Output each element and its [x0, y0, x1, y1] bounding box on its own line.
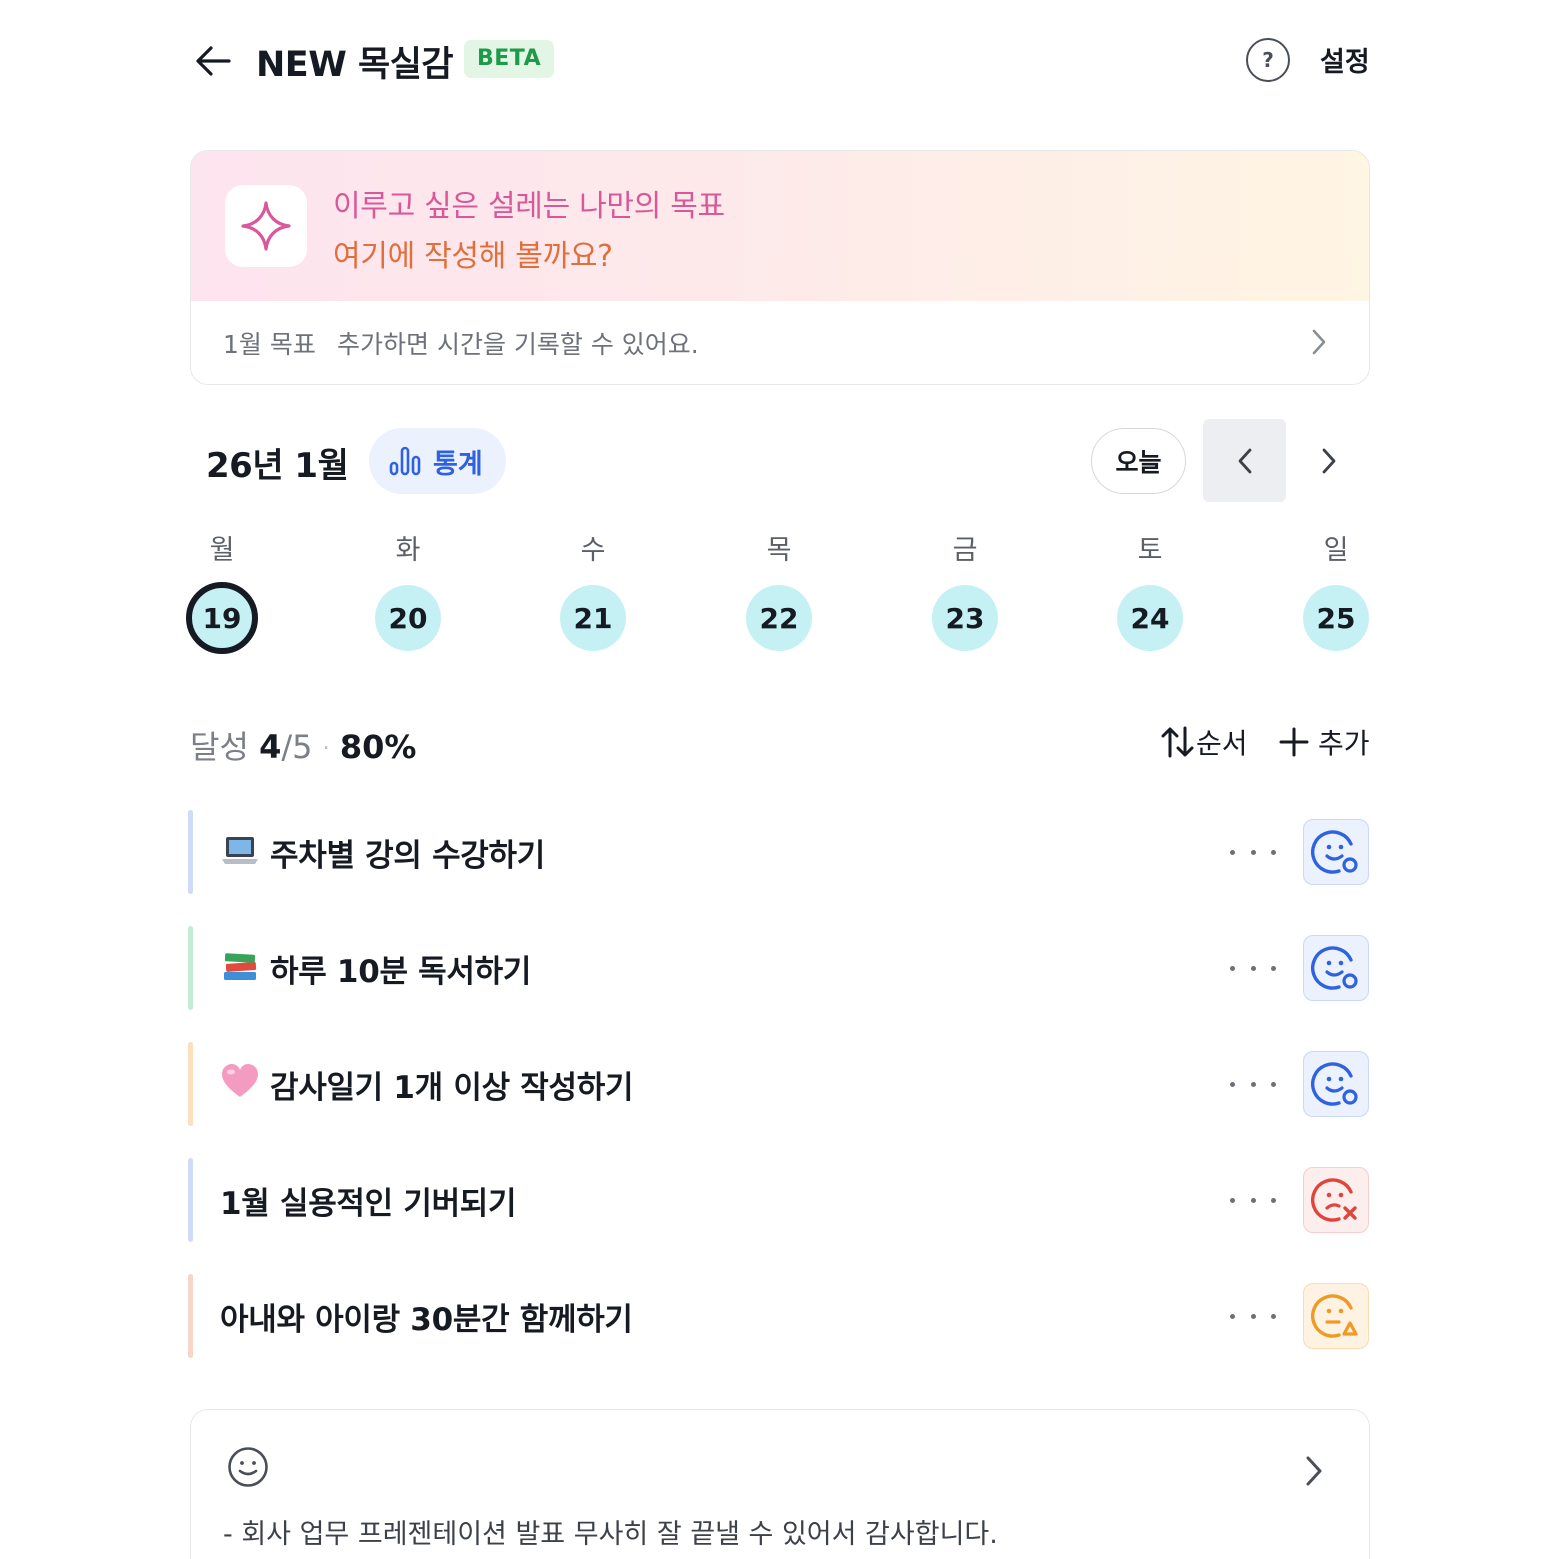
habit-item[interactable]: 아내와 아이랑 30분간 함께하기 [188, 1274, 1370, 1358]
habit-title: 아내와 아이랑 30분간 함께하기 [220, 1302, 633, 1338]
sort-arrows-icon [1161, 726, 1194, 758]
status-done-button[interactable] [1303, 935, 1369, 1001]
habit-color-bar [188, 1042, 193, 1126]
more-options-button[interactable] [1230, 1296, 1276, 1336]
books-icon [220, 946, 260, 986]
settings-button[interactable]: 설정 [1320, 40, 1370, 79]
smile-check-icon [1311, 1062, 1358, 1106]
habit-color-bar [188, 926, 193, 1010]
more-options-button[interactable] [1230, 1180, 1276, 1220]
achievement-summary: 달성 4/5 · 80% [190, 722, 416, 768]
weekday-sat: 토 [1137, 535, 1163, 566]
beta-badge: BETA [464, 40, 555, 78]
day-25[interactable]: 25 [1303, 585, 1369, 651]
diary-entry-text: - 회사 업무 프레젠테이션 발표 무사히 잘 끝낼 수 있어서 감사합니다. [223, 1519, 998, 1550]
status-done-button[interactable] [1303, 1051, 1369, 1117]
achievement-done: 4 [259, 728, 282, 766]
day-21[interactable]: 21 [560, 585, 626, 651]
day-19-selected[interactable]: 19 [186, 582, 258, 654]
laptop-icon [220, 830, 260, 870]
goal-month-label: 1월 목표 [223, 330, 316, 359]
weekday-thu: 목 [766, 535, 792, 566]
achievement-total: /5 [281, 728, 313, 766]
goal-footer: 1월 목표 추가하면 시간을 기록할 수 있어요. [191, 301, 1369, 384]
weekday-tue: 화 [395, 535, 421, 566]
stats-label: 통계 [433, 448, 483, 480]
status-failed-button[interactable] [1303, 1167, 1369, 1233]
monthly-goal-card[interactable]: 이루고 싶은 설레는 나만의 목표 여기에 작성해 볼까요? 1월 목표 추가하… [190, 150, 1370, 385]
page-title: NEW 목실감 [256, 45, 454, 85]
day-23[interactable]: 23 [932, 585, 998, 651]
achievement-label: 달성 [190, 728, 249, 766]
top-bar: NEW 목실감 BETA ? 설정 [190, 30, 1370, 90]
plus-icon [1279, 727, 1309, 757]
back-button[interactable] [190, 38, 236, 84]
weekday-fri: 금 [952, 535, 978, 566]
habit-title: 감사일기 1개 이상 작성하기 [270, 1070, 634, 1106]
sad-x-icon [1311, 1178, 1357, 1222]
habit-item[interactable]: 1월 실용적인 기버되기 [188, 1158, 1370, 1242]
smile-check-icon [1311, 946, 1358, 990]
neutral-triangle-icon [1311, 1294, 1358, 1338]
habit-title: 1월 실용적인 기버되기 [220, 1186, 517, 1222]
goal-prompt-line1: 이루고 싶은 설레는 나만의 목표 [333, 189, 725, 224]
chevron-right-icon [1322, 448, 1336, 473]
weekday-wed: 수 [580, 535, 606, 566]
goal-icon-box [225, 185, 307, 267]
more-options-button[interactable] [1230, 1064, 1276, 1104]
habit-item[interactable]: 주차별 강의 수강하기 [188, 810, 1370, 894]
day-20[interactable]: 20 [375, 585, 441, 651]
sparkle-icon [241, 201, 291, 251]
gratitude-diary-card[interactable]: - 회사 업무 프레젠테이션 발표 무사히 잘 끝낼 수 있어서 감사합니다. [190, 1409, 1370, 1559]
habit-color-bar [188, 810, 193, 894]
help-button[interactable]: ? [1246, 38, 1290, 82]
goal-prompt-line2: 여기에 작성해 볼까요? [333, 239, 613, 274]
add-label: 추가 [1318, 727, 1370, 760]
weekday-sun: 일 [1323, 535, 1349, 566]
today-button[interactable]: 오늘 [1091, 428, 1186, 494]
reorder-label: 순서 [1196, 727, 1248, 760]
prev-week-button[interactable] [1203, 419, 1286, 502]
weekday-mon: 월 [209, 535, 235, 566]
day-22[interactable]: 22 [746, 585, 812, 651]
status-partial-button[interactable] [1303, 1283, 1369, 1349]
status-done-button[interactable] [1303, 819, 1369, 885]
bar-chart-icon [389, 446, 421, 476]
arrow-left-icon [196, 46, 231, 76]
current-month-label: 26년 1월 [206, 446, 349, 486]
goal-hint: 추가하면 시간을 기록할 수 있어요. [337, 330, 699, 359]
separator-dot: · [322, 736, 330, 762]
add-habit-button[interactable]: 추가 [1278, 722, 1370, 762]
question-circle-icon: ? [1262, 48, 1274, 72]
goal-banner: 이루고 싶은 설레는 나만의 목표 여기에 작성해 볼까요? [191, 151, 1369, 301]
day-24[interactable]: 24 [1117, 585, 1183, 651]
habit-color-bar [188, 1274, 193, 1358]
more-options-button[interactable] [1230, 948, 1276, 988]
chevron-right-icon [1312, 329, 1326, 355]
habit-item[interactable]: 감사일기 1개 이상 작성하기 [188, 1042, 1370, 1126]
habit-item[interactable]: 하루 10분 독서하기 [188, 926, 1370, 1010]
chevron-left-icon [1238, 448, 1251, 473]
chevron-right-icon [1306, 1456, 1322, 1486]
habit-title: 주차별 강의 수강하기 [270, 838, 545, 874]
habit-title: 하루 10분 독서하기 [270, 954, 532, 990]
smile-icon [228, 1447, 268, 1487]
more-options-button[interactable] [1230, 832, 1276, 872]
stats-button[interactable]: 통계 [369, 428, 506, 494]
reorder-button[interactable]: 순서 [1160, 722, 1248, 762]
smile-check-icon [1311, 830, 1358, 874]
pink-heart-icon [220, 1062, 260, 1102]
achievement-percent: 80% [339, 728, 417, 766]
next-week-button[interactable] [1290, 419, 1368, 502]
habit-color-bar [188, 1158, 193, 1242]
